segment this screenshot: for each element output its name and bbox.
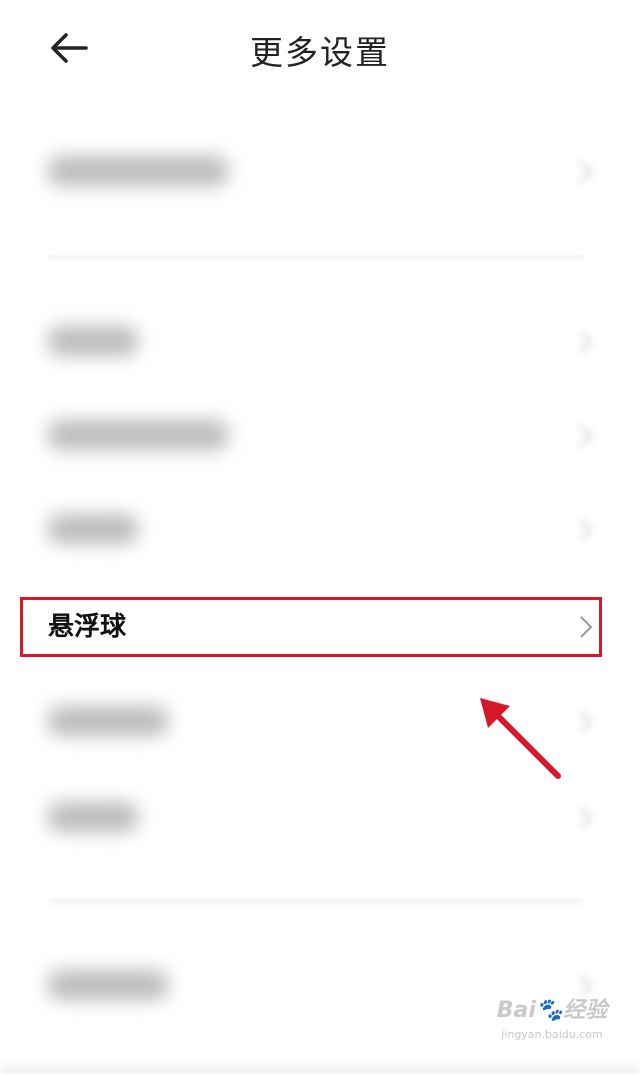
- chevron-right-icon: [579, 711, 593, 733]
- settings-item-blurred[interactable]: [0, 296, 640, 388]
- section-divider: [48, 900, 584, 903]
- chevron-right-icon: [579, 425, 593, 447]
- highlight-box: [20, 597, 602, 657]
- section-divider: [48, 256, 584, 259]
- chevron-right-icon: [579, 519, 593, 541]
- watermark-url: jingyan.baidu.com: [501, 1028, 603, 1041]
- settings-item-blurred[interactable]: [0, 390, 640, 482]
- page-title: 更多设置: [250, 33, 390, 72]
- bottom-edge: [0, 1060, 640, 1074]
- chevron-right-icon: [579, 331, 593, 353]
- annotation-arrow-icon: [480, 698, 561, 779]
- chevron-right-icon: [579, 161, 593, 183]
- settings-item-blurred[interactable]: [0, 126, 640, 218]
- chevron-right-icon: [579, 807, 593, 829]
- top-bar: 更多设置: [0, 0, 640, 100]
- watermark-brand: Bai🐾经验: [496, 998, 608, 1023]
- watermark: Bai🐾经验 jingyan.baidu.com: [492, 992, 612, 1054]
- settings-item-blurred[interactable]: [0, 484, 640, 576]
